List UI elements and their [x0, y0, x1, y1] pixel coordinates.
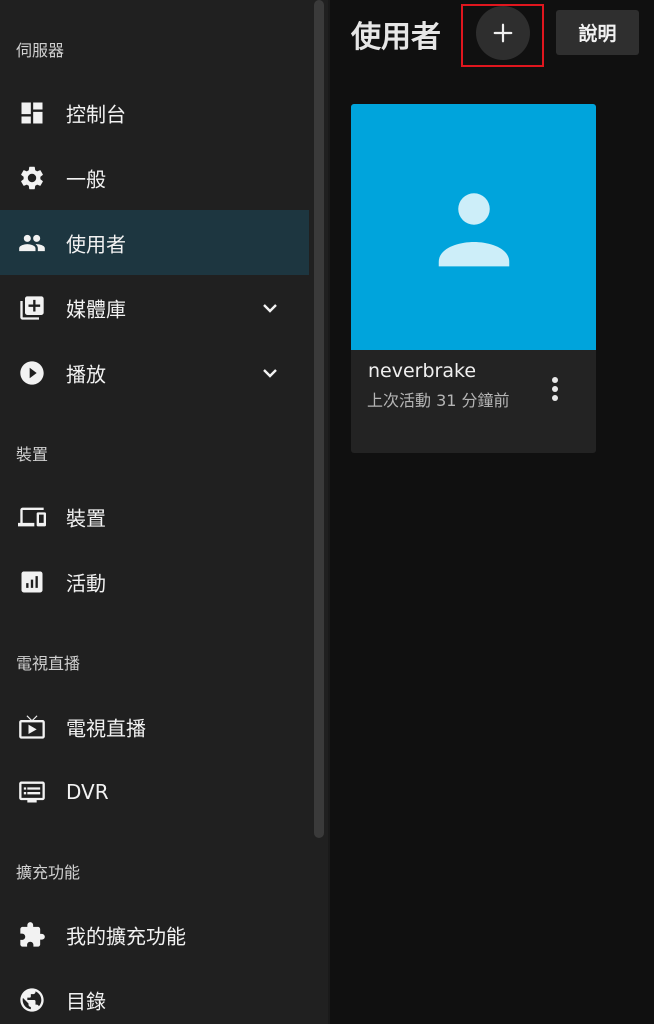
devices-icon — [17, 502, 47, 532]
section-header-live-tv: 電視直播 — [16, 654, 81, 673]
sidebar: 伺服器 控制台 一般 使用者 媒體庫 播放 裝置 裝置 活動 電視直播 電視直播… — [0, 0, 328, 1024]
sidebar-item-devices[interactable]: 裝置 — [0, 484, 309, 549]
sidebar-item-label: 控制台 — [66, 102, 126, 126]
sidebar-item-label: 目錄 — [66, 989, 106, 1013]
help-button[interactable]: 說明 — [556, 10, 639, 55]
section-header-plugins: 擴充功能 — [16, 863, 81, 882]
sidebar-item-label: 我的擴充功能 — [66, 924, 186, 948]
sidebar-item-general[interactable]: 一般 — [0, 145, 309, 210]
sidebar-item-label: DVR — [66, 779, 109, 804]
play-circle-icon — [17, 358, 47, 388]
sidebar-item-users[interactable]: 使用者 — [0, 210, 309, 275]
section-header-server: 伺服器 — [16, 41, 65, 60]
sidebar-item-libraries[interactable]: 媒體庫 — [0, 275, 309, 340]
dashboard-icon — [17, 98, 47, 128]
section-header-devices: 裝置 — [16, 445, 49, 464]
user-name: neverbrake — [368, 360, 477, 382]
sidebar-item-my-plugins[interactable]: 我的擴充功能 — [0, 902, 309, 967]
sidebar-item-playback[interactable]: 播放 — [0, 340, 309, 405]
chevron-down-icon[interactable] — [258, 361, 282, 385]
person-icon — [438, 193, 509, 267]
sidebar-item-label: 播放 — [66, 362, 106, 386]
sidebar-item-dashboard[interactable]: 控制台 — [0, 80, 309, 145]
user-card[interactable]: neverbrake 上次活動 31 分鐘前 — [351, 104, 596, 453]
library-add-icon — [17, 293, 47, 323]
user-last-active: 上次活動 31 分鐘前 — [367, 391, 510, 410]
gear-icon — [17, 163, 47, 193]
user-card-image[interactable] — [351, 104, 596, 350]
sidebar-divider — [328, 0, 330, 1024]
more-vertical-icon[interactable] — [541, 374, 569, 404]
sidebar-item-catalog[interactable]: 目錄 — [0, 967, 309, 1024]
puzzle-icon — [17, 920, 47, 950]
sidebar-item-activity[interactable]: 活動 — [0, 549, 309, 614]
live-tv-icon — [17, 712, 47, 742]
sidebar-scrollbar[interactable] — [314, 0, 324, 838]
plus-icon — [493, 23, 513, 43]
sidebar-item-label: 裝置 — [66, 506, 106, 530]
sidebar-item-label: 媒體庫 — [66, 297, 126, 321]
dvr-icon — [17, 777, 47, 807]
sidebar-item-label: 活動 — [66, 571, 106, 595]
people-icon — [17, 228, 47, 258]
sidebar-item-label: 電視直播 — [66, 716, 146, 740]
add-user-button[interactable] — [476, 6, 530, 60]
chevron-down-icon[interactable] — [258, 296, 282, 320]
sidebar-item-label: 一般 — [66, 167, 106, 191]
sidebar-item-label: 使用者 — [66, 232, 126, 256]
page-title: 使用者 — [351, 20, 441, 55]
sidebar-item-dvr[interactable]: DVR — [0, 759, 309, 824]
globe-icon — [17, 985, 47, 1015]
sidebar-item-live-tv[interactable]: 電視直播 — [0, 694, 309, 759]
activity-chart-icon — [17, 567, 47, 597]
